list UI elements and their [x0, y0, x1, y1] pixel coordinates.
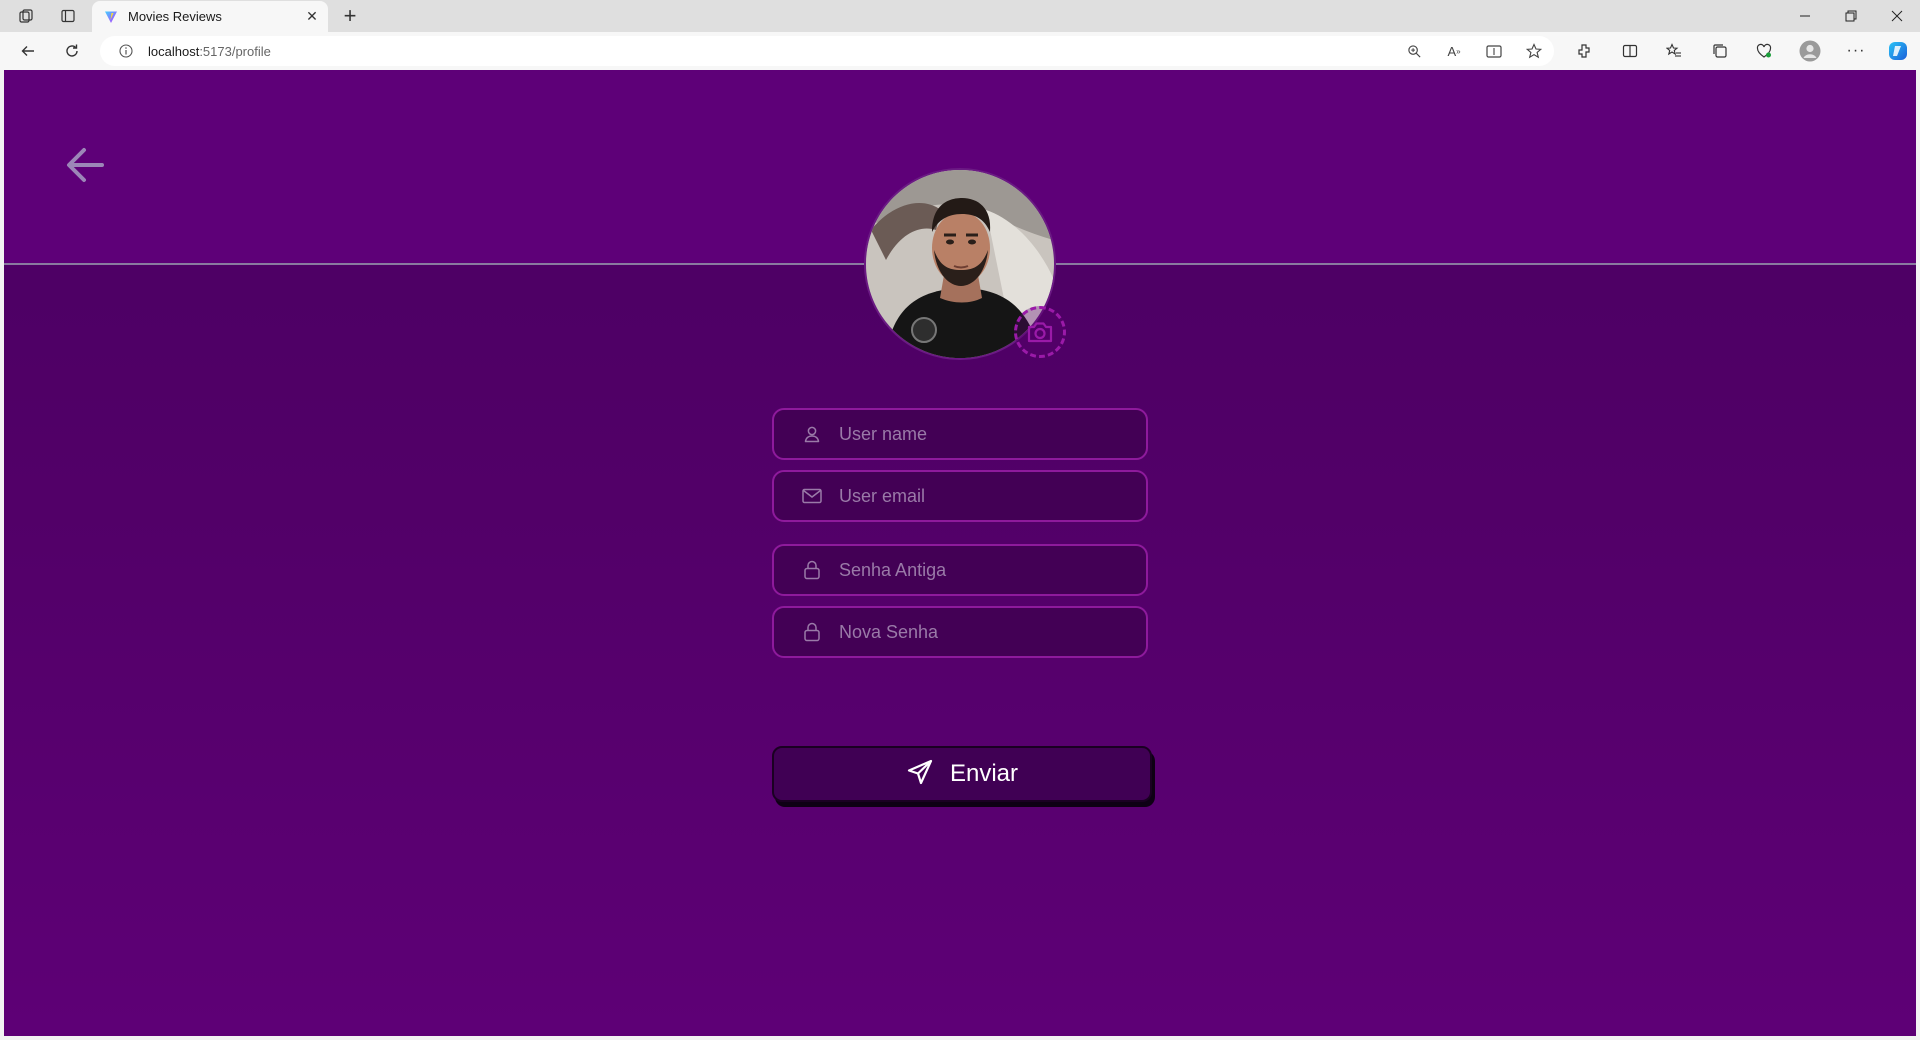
url-bar[interactable]: localhost:5173/profile A» [100, 36, 1554, 66]
browser-tab-bar: Movies Reviews ✕ + [0, 0, 1920, 32]
immersive-reader-icon[interactable] [1474, 36, 1514, 66]
close-window-icon[interactable] [1874, 0, 1920, 32]
tab-actions-icon[interactable] [58, 6, 78, 26]
email-field[interactable] [772, 470, 1148, 522]
send-icon [906, 758, 934, 791]
email-input[interactable] [837, 475, 1146, 517]
refresh-icon[interactable] [60, 39, 84, 63]
browser-essentials-icon[interactable] [1752, 39, 1776, 63]
site-info-icon[interactable] [118, 43, 134, 59]
copilot-icon[interactable] [1886, 39, 1910, 63]
tab-close-icon[interactable]: ✕ [302, 7, 322, 27]
username-field[interactable] [772, 408, 1148, 460]
lock-icon [801, 559, 823, 581]
tab-title: Movies Reviews [128, 9, 222, 24]
minimize-icon[interactable] [1782, 0, 1828, 32]
change-photo-camera-icon[interactable] [1014, 306, 1066, 358]
lock-icon [801, 621, 823, 643]
restore-icon[interactable] [1828, 0, 1874, 32]
extensions-icon[interactable] [1572, 39, 1596, 63]
back-icon[interactable] [16, 39, 40, 63]
favorite-star-icon[interactable] [1514, 36, 1554, 66]
new-password-field[interactable] [772, 606, 1148, 658]
new-tab-icon[interactable]: + [338, 3, 362, 28]
split-screen-icon[interactable] [1618, 39, 1642, 63]
workspaces-icon[interactable] [16, 6, 36, 26]
old-password-field[interactable] [772, 544, 1148, 596]
vite-favicon-icon [105, 11, 117, 23]
mail-icon [801, 485, 823, 507]
new-password-input[interactable] [837, 611, 1146, 653]
user-icon [801, 423, 823, 445]
browser-tab[interactable]: Movies Reviews ✕ [92, 1, 328, 32]
page-viewport: Enviar [4, 70, 1916, 1036]
more-options-icon[interactable]: ··· [1844, 39, 1868, 63]
username-input[interactable] [837, 413, 1146, 455]
back-arrow-icon[interactable] [62, 142, 108, 188]
submit-button-label: Enviar [949, 760, 1019, 787]
zoom-icon[interactable] [1394, 36, 1434, 66]
profile-avatar-container [864, 168, 1066, 360]
favorites-icon[interactable] [1662, 39, 1686, 63]
url-text: localhost:5173/profile [148, 43, 271, 59]
browser-address-bar: localhost:5173/profile A» ··· [0, 32, 1920, 70]
read-aloud-icon[interactable]: A» [1434, 36, 1474, 66]
submit-button[interactable]: Enviar [772, 746, 1152, 802]
collections-icon[interactable] [1708, 39, 1732, 63]
old-password-input[interactable] [837, 549, 1146, 591]
profile-avatar-icon[interactable] [1798, 39, 1822, 63]
